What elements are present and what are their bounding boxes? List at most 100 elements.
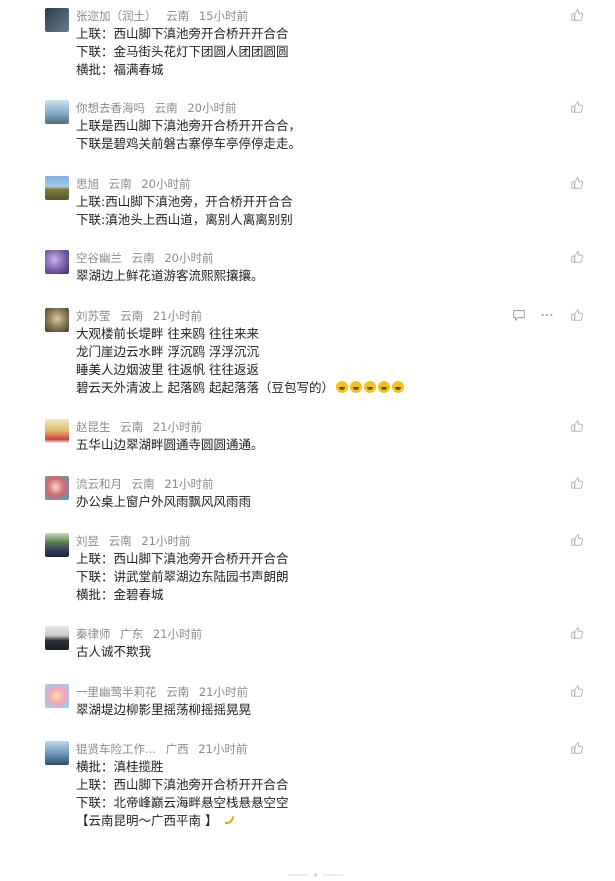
timestamp: 21小时前 xyxy=(152,627,202,641)
region: 云南 xyxy=(131,477,155,491)
region: 云南 xyxy=(120,309,144,323)
comment-line-text: 碧云天外清波上 起落鸥 起起落落（豆包写的） xyxy=(76,380,334,395)
username[interactable]: 赵昆生 xyxy=(76,420,111,434)
comment-meta: 秦律师 广东 21小时前 xyxy=(76,627,208,641)
avatar[interactable] xyxy=(45,100,69,124)
thumbs-up-icon[interactable] xyxy=(570,308,584,322)
comment-text: 上联是西山脚下滇池旁开合桥开开合合， 下联是碧鸡关前磐古寨停车亭停停走走。 xyxy=(76,117,301,153)
comment-text: 上联：西山脚下滇池旁开合桥开开合合 下联：金马街头花灯下团圆人团团圆圆 横批：福… xyxy=(76,25,289,79)
timestamp: 20小时前 xyxy=(187,101,237,115)
region: 云南 xyxy=(166,9,190,23)
region: 广西 xyxy=(165,742,189,756)
grin-emoji-icon xyxy=(363,381,376,393)
thumbs-up-icon[interactable] xyxy=(570,176,584,190)
username[interactable]: 空谷幽兰 xyxy=(76,251,122,265)
avatar[interactable] xyxy=(45,308,69,332)
comment-line: 五华山边翠湖畔圆通寺圆圆通通。 xyxy=(76,437,264,452)
comment-line: 下联是碧鸡关前磐古寨停车亭停停走走。 xyxy=(76,136,302,151)
region: 广东 xyxy=(120,627,144,641)
username[interactable]: 你想去香海吗 xyxy=(76,101,145,115)
avatar[interactable] xyxy=(45,250,69,274)
avatar[interactable] xyxy=(45,476,69,500)
comment-line: 大观楼前长堤畔 往来鸥 往往来来 xyxy=(76,326,259,341)
comment-text: 翠湖堤边柳影里摇荡柳摇摇晃晃 xyxy=(76,701,251,719)
username[interactable]: 刘昱 xyxy=(76,534,99,548)
avatar[interactable] xyxy=(45,533,69,557)
grin-emoji-icon xyxy=(391,381,404,393)
comment-text: 大观楼前长堤畔 往来鸥 往往来来 龙门崖边云水畔 浮沉鸥 浮浮沉沉 睡美人边烟波… xyxy=(76,325,404,397)
scroll-indicator xyxy=(288,862,343,877)
timestamp: 21小时前 xyxy=(152,420,202,434)
comment-meta: 刘苏莹 云南 21小时前 xyxy=(76,309,208,323)
username[interactable]: 刘苏莹 xyxy=(76,309,111,323)
thumbs-up-icon[interactable] xyxy=(570,419,584,433)
comment-meta: 张迩加（润土） 云南 15小时前 xyxy=(76,9,254,23)
avatar[interactable] xyxy=(45,8,69,32)
comment-line: 下联:滇池头上西山道，离别人离离别别 xyxy=(76,212,293,227)
comment-meta: 你想去香海吗 云南 20小时前 xyxy=(76,101,242,115)
comment-text: 横批：滇桂揽胜 上联：西山脚下滇池旁开合桥开开合合 下联：北帝峰巅云海畔悬空栈悬… xyxy=(76,758,289,832)
username[interactable]: 思旭 xyxy=(76,177,99,191)
comment-line: 睡美人边烟波里 往返帆 往往返返 xyxy=(76,362,259,377)
timestamp: 21小时前 xyxy=(141,534,191,548)
comment-line: 上联：西山脚下滇池旁开合桥开开合合 xyxy=(76,26,289,41)
thumbs-up-icon[interactable] xyxy=(570,250,584,264)
username[interactable]: 锟贤车险工作... xyxy=(76,742,156,756)
comment-text: 五华山边翠湖畔圆通寺圆圆通通。 xyxy=(76,436,264,454)
comment-line: 下联：金马街头花灯下团圆人团团圆圆 xyxy=(76,44,289,59)
username[interactable]: 秦律师 xyxy=(76,627,111,641)
comment-line: 翠湖堤边柳影里摇荡柳摇摇晃晃 xyxy=(76,702,252,717)
comment-text: 办公桌上窗户外风雨飘风风雨雨 xyxy=(76,493,251,511)
thumbs-up-icon[interactable] xyxy=(570,100,584,114)
thumbs-up-icon[interactable] xyxy=(570,533,584,547)
thumbs-up-icon[interactable] xyxy=(570,626,584,640)
comment-line-text: 【云南昆明～广西平南 】 xyxy=(76,813,218,828)
region: 云南 xyxy=(131,251,155,265)
region: 云南 xyxy=(108,177,132,191)
grin-emoji-icon xyxy=(335,381,348,393)
comment-line: 【云南昆明～广西平南 】 xyxy=(76,812,289,832)
avatar[interactable] xyxy=(45,741,69,765)
grin-emoji-icon xyxy=(377,381,390,393)
comment-line: 上联：西山脚下滇池旁开合桥开开合合 xyxy=(76,777,289,792)
avatar[interactable] xyxy=(45,419,69,443)
comment-line: 古人诚不欺我 xyxy=(76,644,152,659)
comment-meta: 锟贤车险工作... 广西 21小时前 xyxy=(76,742,253,756)
comment-meta: 空谷幽兰 云南 20小时前 xyxy=(76,251,219,265)
comment-meta: 思旭 云南 20小时前 xyxy=(76,177,196,191)
comment-line: 上联:西山脚下滇池旁，开合桥开开合合 xyxy=(76,194,293,209)
timestamp: 21小时前 xyxy=(164,477,214,491)
comment-line: 横批：福满春城 xyxy=(76,62,164,77)
comment-line: 下联：北帝峰巅云海畔悬空栈悬悬空空 xyxy=(76,795,289,810)
comment-meta: 流云和月 云南 21小时前 xyxy=(76,477,219,491)
comment-line: 横批：金碧春城 xyxy=(76,587,164,602)
comment-line: 龙门崖边云水畔 浮沉鸥 浮浮沉沉 xyxy=(76,344,259,359)
thumbs-up-icon[interactable] xyxy=(570,741,584,755)
comment-line: 办公桌上窗户外风雨飘风风雨雨 xyxy=(76,494,252,509)
timestamp: 20小时前 xyxy=(141,177,191,191)
region: 云南 xyxy=(154,101,178,115)
comment-line: 碧云天外清波上 起落鸥 起起落落（豆包写的） xyxy=(76,379,404,397)
avatar[interactable] xyxy=(45,626,69,650)
thumbs-up-icon[interactable] xyxy=(570,684,584,698)
comment-icon[interactable] xyxy=(512,308,526,322)
grin-emoji-icon xyxy=(349,381,362,393)
timestamp: 21小时前 xyxy=(198,742,248,756)
timestamp: 20小时前 xyxy=(164,251,214,265)
thumbs-up-icon[interactable] xyxy=(570,8,584,22)
more-dots-icon[interactable] xyxy=(540,308,554,322)
avatar[interactable] xyxy=(45,176,69,200)
username[interactable]: 一里幽莺半莉花 xyxy=(76,685,157,699)
timestamp: 21小时前 xyxy=(152,309,202,323)
comment-line: 下联：讲武堂前翠湖边东陆园书声朗朗 xyxy=(76,569,289,584)
timestamp: 15小时前 xyxy=(198,9,248,23)
comment-line: 横批：滇桂揽胜 xyxy=(76,759,164,774)
comment-meta: 一里幽莺半莉花 云南 21小时前 xyxy=(76,685,254,699)
comment-text: 上联：西山脚下滇池旁开合桥开开合合 下联：讲武堂前翠湖边东陆园书声朗朗 横批：金… xyxy=(76,550,289,604)
avatar[interactable] xyxy=(45,684,69,708)
username[interactable]: 流云和月 xyxy=(76,477,122,491)
comment-meta: 赵昆生 云南 21小时前 xyxy=(76,420,208,434)
username[interactable]: 张迩加（润土） xyxy=(76,9,157,23)
banana-emoji-icon xyxy=(223,814,236,832)
thumbs-up-icon[interactable] xyxy=(570,476,584,490)
